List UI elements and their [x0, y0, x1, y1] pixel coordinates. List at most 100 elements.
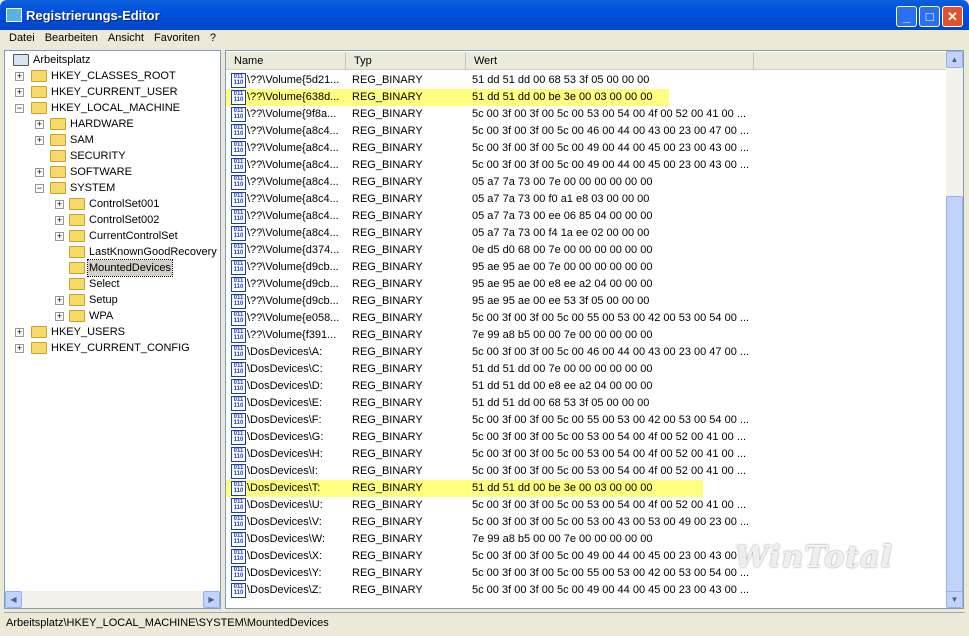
list-row[interactable]: 011 110 \DosDevices\G: REG_BINARY 5c 00 3f 0… — [226, 429, 946, 446]
value-name: \DosDevices\V: — [247, 516, 322, 528]
column-name[interactable]: Name — [226, 52, 346, 70]
values-list[interactable]: Name Typ Wert 011 110 \??\Volume{5d21... RE… — [225, 50, 964, 609]
expand-icon[interactable]: + — [15, 72, 24, 81]
expand-icon[interactable]: + — [15, 344, 24, 353]
list-row[interactable]: 011 110 \DosDevices\V: REG_BINARY 5c 00 3f 0… — [226, 514, 946, 531]
menu-bearbeiten[interactable]: Bearbeiten — [40, 30, 103, 46]
tree-node[interactable]: + ControlSet001 — [5, 196, 215, 212]
tree-node-label: HKEY_CURRENT_CONFIG — [51, 342, 190, 354]
value-type: REG_BINARY — [352, 550, 423, 562]
list-row[interactable]: 011 110 \??\Volume{f391... REG_BINARY 7e 99 … — [226, 327, 946, 344]
list-row[interactable]: 011 110 \DosDevices\H: REG_BINARY 5c 00 3f 0… — [226, 446, 946, 463]
tree-node[interactable]: + HKEY_CURRENT_CONFIG — [5, 340, 215, 356]
tree-node[interactable]: MountedDevices — [5, 259, 215, 277]
scroll-down-button[interactable]: ▼ — [946, 591, 963, 608]
list-row[interactable]: 011 110 \??\Volume{5d21... REG_BINARY 51 dd … — [226, 72, 946, 89]
tree-node[interactable]: + HKEY_CLASSES_ROOT — [5, 68, 215, 84]
tree-node[interactable]: + HARDWARE — [5, 116, 215, 132]
list-row[interactable]: 011 110 \??\Volume{a8c4... REG_BINARY 05 a7 … — [226, 191, 946, 208]
list-row[interactable]: 011 110 \??\Volume{a8c4... REG_BINARY 05 a7 … — [226, 225, 946, 242]
expand-icon[interactable]: + — [55, 200, 64, 209]
scroll-up-button[interactable]: ▲ — [946, 51, 963, 68]
expand-icon[interactable]: + — [55, 232, 64, 241]
tree-node[interactable]: + HKEY_CURRENT_USER — [5, 84, 215, 100]
tree-node[interactable]: − SYSTEM — [5, 180, 215, 196]
tree-node[interactable]: Select — [5, 276, 215, 292]
tree-node[interactable]: + CurrentControlSet — [5, 228, 215, 244]
value-data: 7e 99 a8 b5 00 00 7e 00 00 00 00 00 — [472, 329, 653, 341]
list-row[interactable]: 011 110 \??\Volume{a8c4... REG_BINARY 5c 00 … — [226, 123, 946, 140]
tree-node[interactable]: + HKEY_USERS — [5, 324, 215, 340]
expand-icon[interactable]: + — [55, 216, 64, 225]
list-row[interactable]: 011 110 \??\Volume{9f8a... REG_BINARY 5c 00 … — [226, 106, 946, 123]
tree-node-label: SECURITY — [70, 150, 126, 162]
list-row[interactable]: 011 110 \DosDevices\I: REG_BINARY 5c 00 3f 0… — [226, 463, 946, 480]
binary-value-icon: 011 110 — [231, 532, 246, 547]
tree-node[interactable]: + WPA — [5, 308, 215, 324]
menu-datei[interactable]: Datei — [4, 30, 40, 46]
menu-help[interactable]: ? — [205, 30, 221, 46]
list-row[interactable]: 011 110 \??\Volume{a8c4... REG_BINARY 5c 00 … — [226, 140, 946, 157]
expand-icon[interactable]: + — [35, 120, 44, 129]
scroll-thumb[interactable] — [946, 196, 963, 596]
list-row[interactable]: 011 110 \DosDevices\A: REG_BINARY 5c 00 3f 0… — [226, 344, 946, 361]
list-row[interactable]: 011 110 \??\Volume{638d... REG_BINARY 51 dd … — [226, 89, 669, 106]
tree-node[interactable]: + SOFTWARE — [5, 164, 215, 180]
binary-value-icon: 011 110 — [231, 90, 246, 105]
binary-value-icon: 011 110 — [231, 277, 246, 292]
scroll-right-button[interactable]: ▶ — [203, 591, 220, 608]
computer-icon — [13, 54, 29, 66]
folder-icon — [69, 310, 85, 322]
value-type: REG_BINARY — [352, 431, 423, 443]
tree-node[interactable]: + Setup — [5, 292, 215, 308]
expand-icon[interactable]: + — [35, 168, 44, 177]
list-row[interactable]: 011 110 \??\Volume{a8c4... REG_BINARY 05 a7 … — [226, 208, 946, 225]
list-row[interactable]: 011 110 \DosDevices\C: REG_BINARY 51 dd 51 d… — [226, 361, 946, 378]
tree-node-label: HKEY_LOCAL_MACHINE — [51, 102, 180, 114]
tree-node[interactable]: LastKnownGoodRecovery — [5, 244, 217, 260]
expand-icon[interactable]: + — [55, 312, 64, 321]
tree-node[interactable]: + ControlSet002 — [5, 212, 215, 228]
horizontal-scrollbar[interactable]: ◀ ▶ — [5, 591, 220, 608]
list-row[interactable]: 011 110 \??\Volume{d374... REG_BINARY 0e d5 … — [226, 242, 946, 259]
list-row[interactable]: 011 110 \DosDevices\E: REG_BINARY 51 dd 51 d… — [226, 395, 946, 412]
list-row[interactable]: 011 110 \DosDevices\F: REG_BINARY 5c 00 3f 0… — [226, 412, 946, 429]
tree-node[interactable]: Arbeitsplatz — [5, 52, 215, 68]
expand-icon[interactable]: + — [15, 88, 24, 97]
list-row[interactable]: 011 110 \??\Volume{e058... REG_BINARY 5c 00 … — [226, 310, 946, 327]
column-type[interactable]: Typ — [346, 52, 466, 70]
expand-icon[interactable]: + — [15, 328, 24, 337]
list-row[interactable]: 011 110 \??\Volume{d9cb... REG_BINARY 95 ae … — [226, 259, 946, 276]
tree-node[interactable]: − HKEY_LOCAL_MACHINE — [5, 100, 215, 116]
list-row[interactable]: 011 110 \??\Volume{d9cb... REG_BINARY 95 ae … — [226, 293, 946, 310]
column-value[interactable]: Wert — [466, 52, 754, 70]
list-row[interactable]: 011 110 \DosDevices\Z: REG_BINARY 5c 00 3f 0… — [226, 582, 946, 599]
value-type: REG_BINARY — [352, 516, 423, 528]
registry-tree[interactable]: ◀ ▶ Arbeitsplatz + HKEY_CLASSES_ROOT + HKEY_… — [4, 50, 221, 609]
binary-value-icon: 011 110 — [231, 294, 246, 309]
binary-value-icon: 011 110 — [231, 396, 246, 411]
vertical-scrollbar[interactable]: ▲ ▼ — [946, 51, 963, 608]
menu-favoriten[interactable]: Favoriten — [149, 30, 205, 46]
list-row[interactable]: 011 110 \??\Volume{a8c4... REG_BINARY 05 a7 … — [226, 174, 946, 191]
maximize-button[interactable]: □ — [919, 6, 940, 27]
list-row[interactable]: 011 110 \??\Volume{a8c4... REG_BINARY 5c 00 … — [226, 157, 946, 174]
expand-icon[interactable]: + — [35, 136, 44, 145]
list-row[interactable]: 011 110 \DosDevices\U: REG_BINARY 5c 00 3f 0… — [226, 497, 946, 514]
collapse-icon[interactable]: − — [35, 184, 44, 193]
list-row[interactable]: 011 110 \DosDevices\T: REG_BINARY 51 dd 51 d… — [226, 480, 703, 497]
tree-node[interactable]: + SAM — [5, 132, 215, 148]
close-button[interactable]: ✕ — [942, 6, 963, 27]
list-row[interactable]: 011 110 \??\Volume{d9cb... REG_BINARY 95 ae … — [226, 276, 946, 293]
list-row[interactable]: 011 110 \DosDevices\D: REG_BINARY 51 dd 51 d… — [226, 378, 946, 395]
expand-icon[interactable]: + — [55, 296, 64, 305]
tree-node[interactable]: SECURITY — [5, 148, 215, 164]
value-type: REG_BINARY — [352, 312, 423, 324]
scroll-left-button[interactable]: ◀ — [5, 591, 22, 608]
value-type: REG_BINARY — [352, 329, 423, 341]
minimize-button[interactable]: _ — [896, 6, 917, 27]
menu-ansicht[interactable]: Ansicht — [103, 30, 149, 46]
collapse-icon[interactable]: − — [15, 104, 24, 113]
folder-icon — [50, 182, 66, 194]
value-name: \??\Volume{638d... — [247, 91, 340, 103]
